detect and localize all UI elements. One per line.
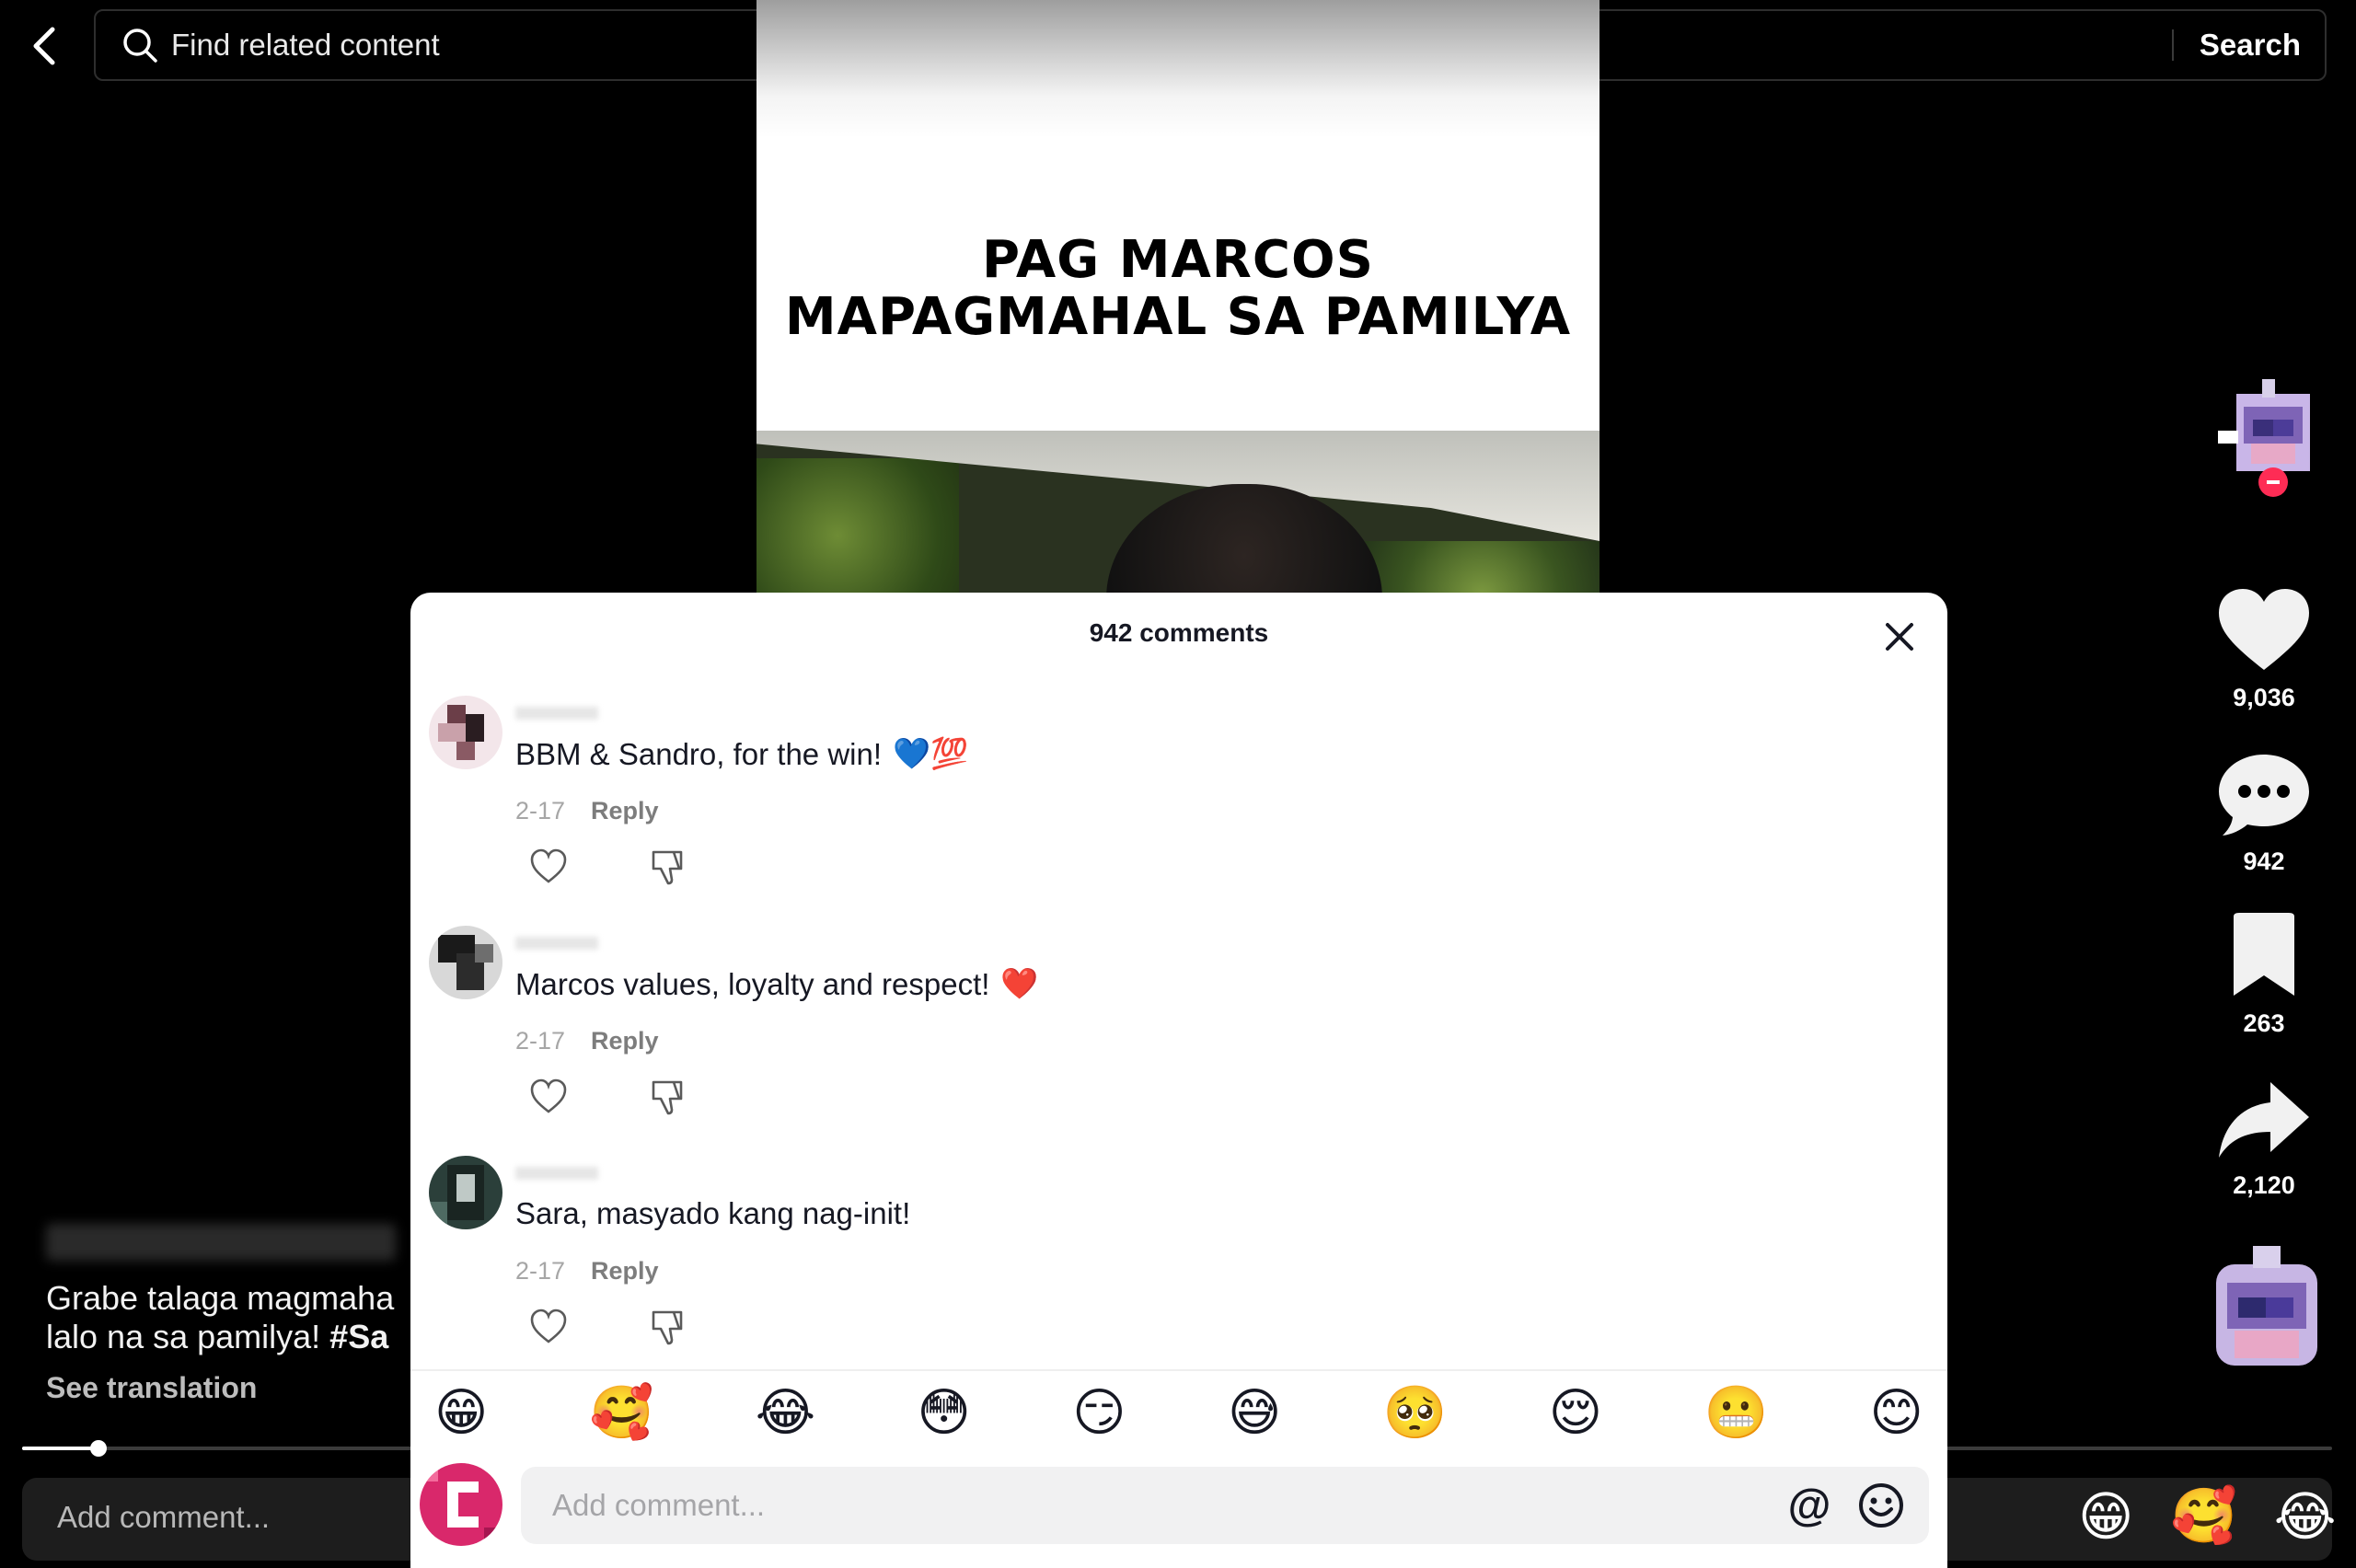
music-disc[interactable] [2207, 1246, 2327, 1380]
comment-body: Marcos values, loyalty and respect! [515, 966, 990, 1001]
close-comments-button[interactable] [1874, 611, 1925, 663]
bookmark-icon [2234, 913, 2294, 996]
author-name-blurred [46, 1224, 396, 1261]
comment-bubble-icon [2219, 755, 2309, 836]
see-translation-link[interactable]: See translation [46, 1371, 257, 1405]
heart-outline-icon[interactable] [528, 1307, 569, 1347]
quick-emoji[interactable]: 😬 [1703, 1382, 1768, 1443]
comment-date: 2-17 [515, 1257, 566, 1285]
quick-emoji[interactable]: 🥰 [590, 1382, 654, 1443]
quick-emoji[interactable]: 😏 [1072, 1382, 1126, 1443]
quick-emoji[interactable]: 😳 [918, 1382, 971, 1443]
video-progress-handle[interactable] [90, 1440, 107, 1457]
bottom-add-comment[interactable]: Add comment... [57, 1500, 270, 1535]
like-action[interactable]: 9,036 [2209, 585, 2319, 712]
reply-button[interactable]: Reply [591, 1257, 659, 1286]
creator-avatar[interactable] [2216, 379, 2325, 499]
thumbs-down-icon[interactable] [646, 847, 687, 887]
video-player[interactable]: PAG MARCOS MAPAGMAHAL SA PAMILYA [756, 0, 1600, 644]
search-button[interactable]: Search [2174, 28, 2325, 63]
commenter-name-blurred [515, 1167, 598, 1180]
music-disc-image [2216, 1246, 2317, 1366]
commenter-name-blurred [515, 707, 598, 720]
comment-emoji: 💙💯 [893, 736, 969, 770]
commenter-avatar-image [429, 696, 502, 769]
comment-date: 2-17 [515, 1027, 566, 1055]
comment-item: Marcos values, loyalty and respect! ❤️ 2… [429, 926, 1901, 1156]
quick-emoji[interactable]: 🥺 [1383, 1382, 1448, 1443]
video-caption-line-1: PAG MARCOS [982, 230, 1374, 290]
commenter-avatar[interactable] [429, 926, 502, 999]
bottom-emoji[interactable]: 🥰 [2170, 1485, 2236, 1548]
post-description-line-1: Grabe talaga magmaha [46, 1279, 395, 1317]
video-caption-line-2: MAPAGMAHAL SA PAMILYA [784, 287, 1572, 347]
my-avatar-image [420, 1463, 502, 1546]
quick-emoji[interactable]: 😌 [1549, 1382, 1602, 1443]
comments-title: 942 comments [1089, 618, 1269, 647]
heart-outline-icon[interactable] [528, 1077, 569, 1117]
share-arrow-icon [2219, 1082, 2309, 1158]
thumbs-down-icon[interactable] [646, 1077, 687, 1117]
quick-emoji[interactable]: 😁 [434, 1382, 488, 1443]
bottom-emoji[interactable]: 😂 [2274, 1485, 2337, 1548]
commenter-avatar[interactable] [429, 696, 502, 769]
comment-input-box[interactable]: @ [521, 1467, 1929, 1544]
commenter-avatar-image [429, 1156, 502, 1229]
creator-avatar-image [2218, 379, 2310, 497]
comment-item: Sara, masyado kang nag-init! 2-17 Reply [429, 1156, 1901, 1386]
quick-emoji-row: 😁 🥰 😂 😳 😏 😅 🥺 😌 😬 😊 [434, 1382, 1923, 1443]
heart-outline-icon[interactable] [528, 847, 569, 887]
quick-emoji[interactable]: 😅 [1228, 1382, 1281, 1443]
bottom-quick-emojis: 😁 🥰 😂 [2078, 1485, 2336, 1548]
comment-input[interactable] [521, 1488, 1784, 1523]
commenter-avatar-image [429, 926, 502, 999]
comment-text: BBM & Sandro, for the win! 💙💯 [515, 736, 968, 772]
reply-button[interactable]: Reply [591, 1027, 659, 1055]
reply-button[interactable]: Reply [591, 797, 659, 825]
comment-action[interactable]: 942 [2209, 749, 2319, 876]
video-caption: PAG MARCOS MAPAGMAHAL SA PAMILYA [756, 232, 1600, 346]
close-icon [1886, 623, 1913, 651]
video-progress-fill [22, 1447, 99, 1450]
quick-emoji[interactable]: 😊 [1870, 1382, 1923, 1443]
comment-meta: 2-17 Reply [515, 1257, 659, 1286]
comments-panel: 942 comments BBM & Sandro, for the win! … [410, 593, 1947, 1568]
comment-body: BBM & Sandro, for the win! [515, 736, 883, 771]
comment-emoji: ❤️ [1000, 966, 1039, 1000]
like-count: 9,036 [2233, 684, 2295, 711]
save-action[interactable]: 263 [2209, 911, 2319, 1038]
heart-icon [2219, 589, 2309, 670]
comment-body: Sara, masyado kang nag-init! [515, 1196, 911, 1230]
comment-item: BBM & Sandro, for the win! 💙💯 2-17 Reply [429, 696, 1901, 926]
comment-count: 942 [2243, 847, 2285, 875]
thumbs-down-icon[interactable] [646, 1307, 687, 1347]
comment-text: Marcos values, loyalty and respect! ❤️ [515, 966, 1039, 1002]
my-avatar [420, 1463, 502, 1546]
video-top-gradient [756, 0, 1600, 138]
chevron-left-icon [33, 27, 55, 65]
hashtag-link[interactable]: #Sa [329, 1318, 388, 1355]
commenter-name-blurred [515, 937, 598, 950]
comment-meta: 2-17 Reply [515, 1027, 659, 1055]
share-action[interactable]: 2,120 [2209, 1078, 2319, 1200]
comment-meta: 2-17 Reply [515, 797, 659, 825]
save-count: 263 [2243, 1009, 2285, 1037]
smile-icon[interactable] [1855, 1480, 1907, 1531]
post-description-text: lalo na sa pamilya! [46, 1318, 330, 1355]
bottom-emoji[interactable]: 😁 [2078, 1485, 2133, 1548]
quick-emoji[interactable]: 😂 [756, 1382, 815, 1443]
share-count: 2,120 [2233, 1171, 2295, 1199]
emoji-bar-divider [410, 1369, 1947, 1371]
back-button[interactable] [20, 17, 68, 75]
post-description-line-2: lalo na sa pamilya! #Sa [46, 1318, 433, 1356]
search-icon [123, 29, 157, 63]
post-description: Grabe talaga magmaha lalo na sa pamilya!… [46, 1279, 433, 1356]
commenter-avatar[interactable] [429, 1156, 502, 1229]
comment-text: Sara, masyado kang nag-init! [515, 1196, 910, 1231]
at-icon[interactable]: @ [1784, 1480, 1835, 1531]
comment-date: 2-17 [515, 797, 566, 824]
